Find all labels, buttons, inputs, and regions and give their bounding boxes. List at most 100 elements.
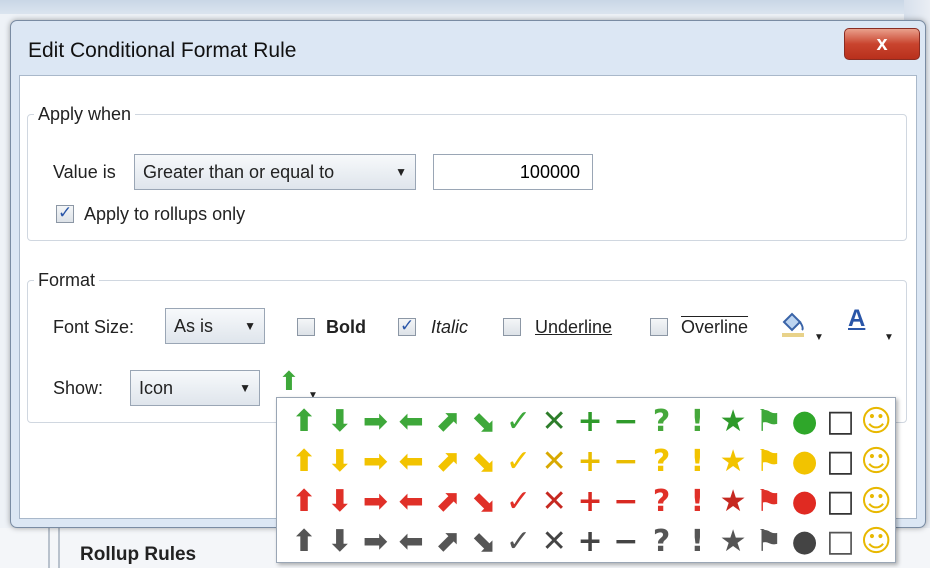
yellow-flag-icon[interactable]: ⚑: [752, 445, 786, 479]
yellow-minus-icon[interactable]: −: [609, 445, 643, 479]
icon-picker-row-gray: ⬆ ⬇ ➡ ⬅ ⬈ ⬊ ✓ ✕ + −?! ★ ⚑ ● □ ☺: [287, 522, 895, 562]
underline-checkbox[interactable]: [503, 318, 521, 336]
yellow-question-icon[interactable]: ?: [645, 445, 679, 479]
gray-flag-icon[interactable]: ⚑: [752, 525, 786, 559]
font-color-icon[interactable]: A: [848, 305, 865, 333]
red-circle-icon[interactable]: ●: [788, 485, 822, 519]
chevron-down-icon: ▼: [395, 165, 407, 179]
yellow-gauge-icon[interactable]: □: [823, 445, 857, 479]
bold-label: Bold: [326, 317, 366, 337]
gray-minus-icon[interactable]: −: [609, 525, 643, 559]
italic-checkbox[interactable]: [398, 316, 416, 336]
yellow-down-arrow-icon[interactable]: ⬇: [323, 445, 357, 479]
icon-picker-row-yellow: ⬆ ⬇ ➡ ⬅ ⬈ ⬊ ✓ ✕ + −?! ★ ⚑ ● □ ☺: [287, 442, 895, 482]
green-flag-icon[interactable]: ⚑: [752, 405, 786, 439]
red-minus-icon[interactable]: −: [609, 485, 643, 519]
rollups-only-checkbox[interactable]: [56, 203, 74, 223]
icon-picker-row-green: ⬆ ⬇ ➡ ⬅ ⬈ ⬊ ✓ ✕ + −?! ★ ⚑ ● □ ☺: [287, 402, 895, 442]
green-smiley-icon[interactable]: ☺: [859, 405, 893, 439]
red-left-arrow-icon[interactable]: ⬅: [394, 485, 428, 519]
gray-up-arrow-icon[interactable]: ⬆: [287, 525, 321, 559]
font-size-label: Font Size:: [53, 317, 135, 337]
gray-plus-icon[interactable]: +: [573, 525, 607, 559]
close-button[interactable]: x: [844, 28, 920, 60]
paint-bucket-icon[interactable]: [778, 308, 808, 344]
red-down-arrow-icon[interactable]: ⬇: [323, 485, 357, 519]
font-size-select-value: As is: [174, 316, 214, 336]
column-divider: [48, 528, 50, 568]
yellow-plus-icon[interactable]: +: [573, 445, 607, 479]
green-minus-icon[interactable]: −: [609, 405, 643, 439]
gray-star-icon[interactable]: ★: [716, 525, 750, 559]
gray-exclamation-icon[interactable]: !: [680, 525, 714, 559]
icon-picker-row-red: ⬆ ⬇ ➡ ⬅ ⬈ ⬊ ✓ ✕ + −?! ★ ⚑ ● □ ☺: [287, 482, 895, 522]
chevron-down-icon: ▼: [239, 381, 251, 395]
operator-select[interactable]: Greater than or equal to ▼: [134, 154, 416, 190]
yellow-down-right-arrow-icon[interactable]: ⬊: [466, 445, 500, 479]
rollup-rules-label[interactable]: Rollup Rules: [80, 544, 196, 566]
red-plus-icon[interactable]: +: [573, 485, 607, 519]
gray-circle-icon[interactable]: ●: [788, 525, 822, 559]
green-question-icon[interactable]: ?: [645, 405, 679, 439]
green-gauge-icon[interactable]: □: [823, 405, 857, 439]
gray-smiley-icon[interactable]: ☺: [859, 525, 893, 559]
green-down-arrow-icon[interactable]: ⬇: [323, 405, 357, 439]
red-smiley-icon[interactable]: ☺: [859, 485, 893, 519]
yellow-exclamation-icon[interactable]: !: [680, 445, 714, 479]
green-exclamation-icon[interactable]: !: [680, 405, 714, 439]
red-cross-icon[interactable]: ✕: [537, 485, 571, 519]
yellow-circle-icon[interactable]: ●: [788, 445, 822, 479]
red-flag-icon[interactable]: ⚑: [752, 485, 786, 519]
gray-down-right-arrow-icon[interactable]: ⬊: [466, 525, 500, 559]
yellow-up-arrow-icon[interactable]: ⬆: [287, 445, 321, 479]
gray-up-right-arrow-icon[interactable]: ⬈: [430, 525, 464, 559]
green-up-arrow-icon[interactable]: ⬆: [287, 405, 321, 439]
yellow-cross-icon[interactable]: ✕: [537, 445, 571, 479]
yellow-right-arrow-icon[interactable]: ➡: [359, 445, 393, 479]
bold-checkbox[interactable]: [297, 318, 315, 336]
app-header-strip: [0, 0, 930, 14]
green-up-arrow-icon[interactable]: ⬆: [278, 366, 300, 397]
green-cross-icon[interactable]: ✕: [537, 405, 571, 439]
yellow-left-arrow-icon[interactable]: ⬅: [394, 445, 428, 479]
green-check-icon[interactable]: ✓: [502, 405, 536, 439]
red-up-arrow-icon[interactable]: ⬆: [287, 485, 321, 519]
red-up-right-arrow-icon[interactable]: ⬈: [430, 485, 464, 519]
italic-label: Italic: [431, 317, 469, 337]
yellow-star-icon[interactable]: ★: [716, 445, 750, 479]
green-up-right-arrow-icon[interactable]: ⬈: [430, 405, 464, 439]
operator-select-value: Greater than or equal to: [143, 162, 335, 182]
overline-checkbox[interactable]: [650, 318, 668, 336]
red-down-right-arrow-icon[interactable]: ⬊: [466, 485, 500, 519]
red-gauge-icon[interactable]: □: [823, 485, 857, 519]
green-star-icon[interactable]: ★: [716, 405, 750, 439]
gray-check-icon[interactable]: ✓: [502, 525, 536, 559]
gray-right-arrow-icon[interactable]: ➡: [359, 525, 393, 559]
green-plus-icon[interactable]: +: [573, 405, 607, 439]
icon-picker-popup: ⬆ ⬇ ➡ ⬅ ⬈ ⬊ ✓ ✕ + −?! ★ ⚑ ● □ ☺ ⬆ ⬇ ➡ ⬅ ⬈ ⬊ ✓ ✕ + −?! ★ ⚑ ● □ ☺ ⬆ ⬇ ➡ ⬅ ⬈ ⬊…: [276, 397, 896, 563]
value-input[interactable]: 100000: [433, 154, 593, 190]
yellow-check-icon[interactable]: ✓: [502, 445, 536, 479]
green-down-right-arrow-icon[interactable]: ⬊: [466, 405, 500, 439]
yellow-smiley-icon[interactable]: ☺: [859, 445, 893, 479]
font-size-select[interactable]: As is ▼: [165, 308, 265, 344]
fill-color-dropdown-icon[interactable]: ▼: [814, 332, 824, 343]
green-circle-icon[interactable]: ●: [788, 405, 822, 439]
red-exclamation-icon[interactable]: !: [680, 485, 714, 519]
gray-gauge-icon[interactable]: □: [823, 525, 857, 559]
red-right-arrow-icon[interactable]: ➡: [359, 485, 393, 519]
yellow-up-right-arrow-icon[interactable]: ⬈: [430, 445, 464, 479]
green-right-arrow-icon[interactable]: ➡: [359, 405, 393, 439]
gray-cross-icon[interactable]: ✕: [537, 525, 571, 559]
red-check-icon[interactable]: ✓: [502, 485, 536, 519]
underline-label: Underline: [535, 317, 613, 337]
gray-down-arrow-icon[interactable]: ⬇: [323, 525, 357, 559]
red-question-icon[interactable]: ?: [645, 485, 679, 519]
font-color-dropdown-icon[interactable]: ▼: [884, 332, 894, 343]
show-select[interactable]: Icon ▼: [130, 370, 260, 406]
column-divider: [58, 528, 60, 568]
gray-left-arrow-icon[interactable]: ⬅: [394, 525, 428, 559]
red-star-icon[interactable]: ★: [716, 485, 750, 519]
green-left-arrow-icon[interactable]: ⬅: [394, 405, 428, 439]
gray-question-icon[interactable]: ?: [645, 525, 679, 559]
